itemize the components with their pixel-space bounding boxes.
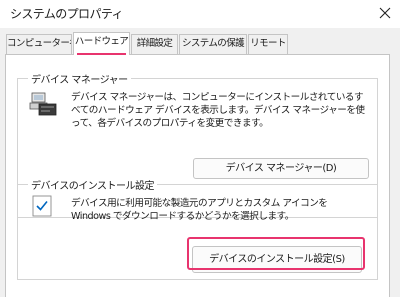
install-settings-highlight [187,237,365,270]
window-title: システムのプロパティ [10,7,124,21]
close-button[interactable] [370,0,400,28]
tab-computer-name[interactable]: コンピューター名 [6,34,72,54]
install-settings-description: デバイス用に利用可能な製造元のアプリとカスタム アイコンを Windows でダ… [71,198,328,222]
title-bar: システムのプロパティ [0,0,400,28]
tab-remote[interactable]: リモート [248,34,288,54]
device-manager-button[interactable]: デバイス マネージャー(D) [193,158,369,179]
tab-system-protection[interactable]: システムの保護 [179,34,247,54]
active-tab-indicator [77,53,126,55]
device-manager-heading: デバイス マネージャー [28,71,131,86]
install-settings-heading: デバイスのインストール設定 [28,177,157,192]
device-manager-icon [29,92,57,116]
checklist-icon [32,195,52,217]
device-manager-description: デバイス マネージャーは、コンピューターにインストールされているすべてのハードウ… [71,92,365,129]
close-icon [379,7,391,19]
tab-hardware[interactable]: ハードウェア [73,32,130,55]
tab-advanced[interactable]: 詳細設定 [131,34,178,54]
